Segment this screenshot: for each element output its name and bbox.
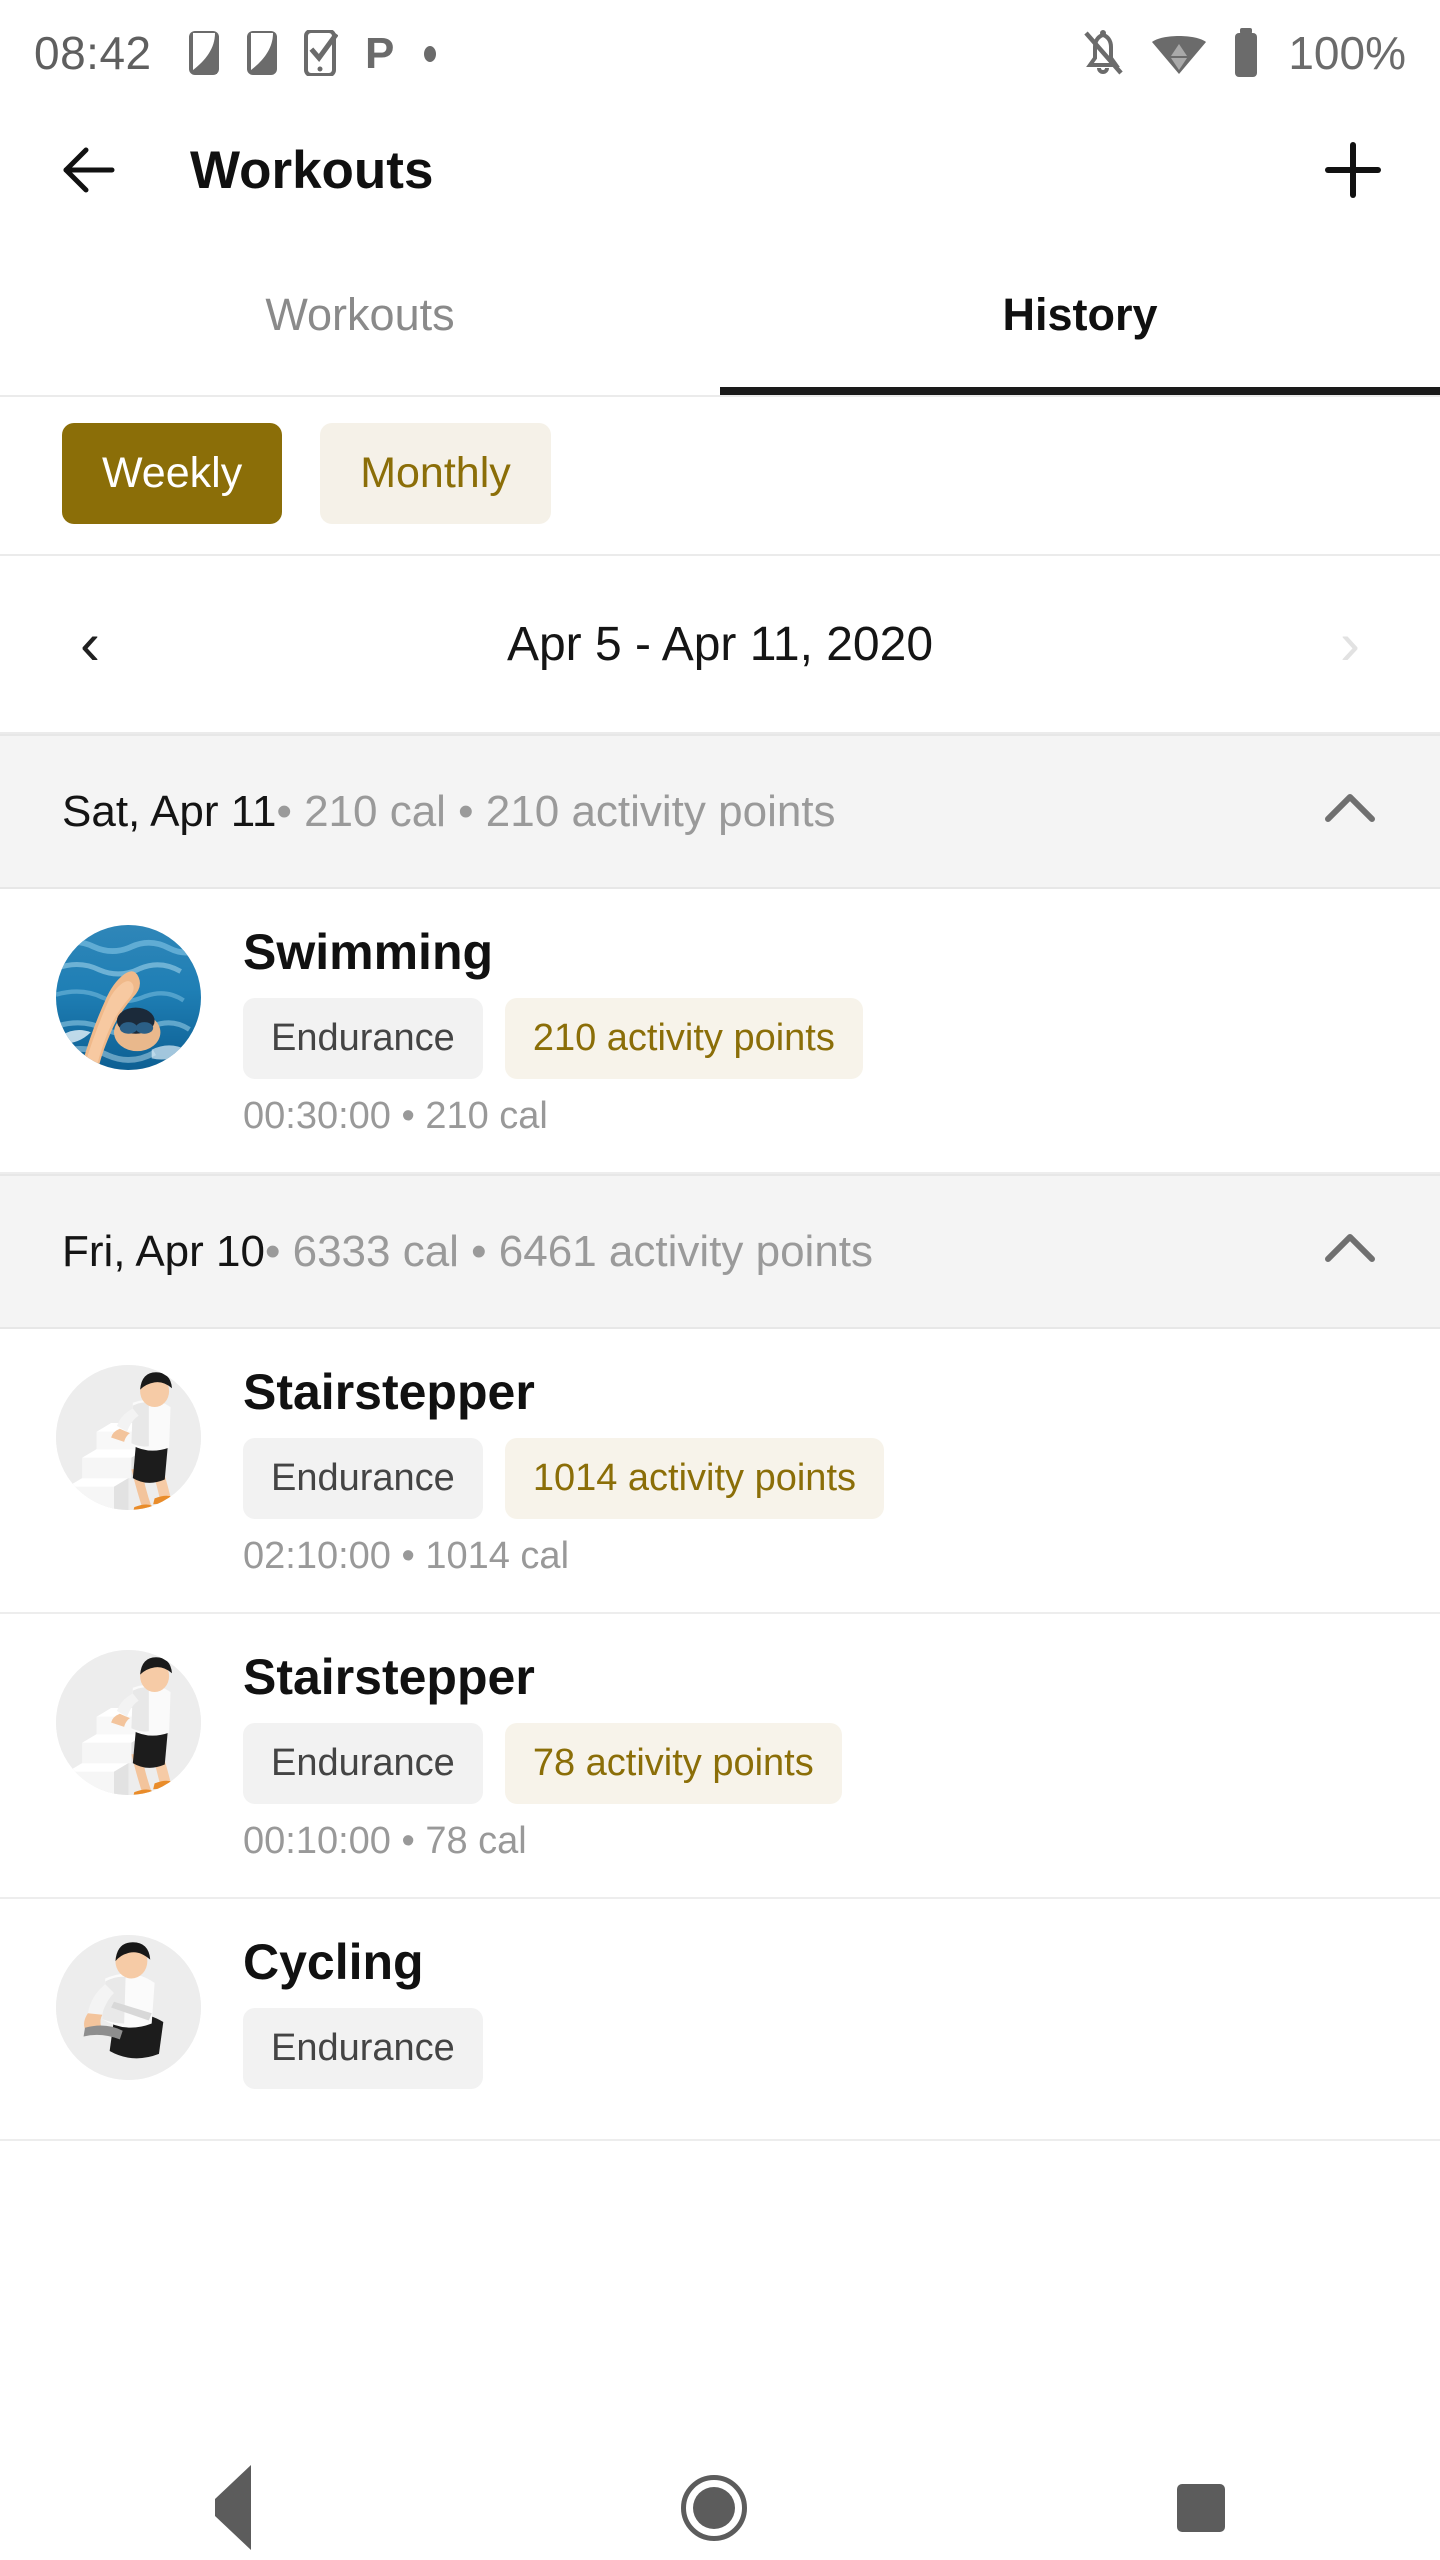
circle-home-icon (693, 2486, 735, 2529)
workout-body: Stairstepper Endurance 78 activity point… (243, 1650, 1384, 1863)
workout-type-badge: Endurance (243, 1723, 483, 1804)
date-range-nav: ‹ Apr 5 - Apr 11, 2020 › (0, 556, 1440, 734)
activity-points-badge: 210 activity points (504, 998, 863, 1079)
workout-badges: Endurance (243, 2008, 1384, 2089)
sim-card-icon (246, 30, 278, 76)
task-check-icon (303, 29, 338, 76)
date-range-label: Apr 5 - Apr 11, 2020 (506, 617, 934, 671)
tab-workouts[interactable]: Workouts (0, 235, 720, 395)
day-date-label: Sat, Apr 11 (62, 786, 277, 836)
chip-weekly-label: Weekly (102, 449, 243, 497)
chip-weekly[interactable]: Weekly (62, 423, 283, 524)
workout-name: Swimming (243, 924, 494, 980)
workout-badges: Endurance 1014 activity points (243, 1438, 1384, 1519)
avatar (56, 1650, 201, 1795)
activity-points-badge: 1014 activity points (504, 1438, 884, 1519)
history-list: Sat, Apr 11 • 210 cal • 210 activity poi… (0, 734, 1440, 2141)
sim-card-icon (188, 30, 220, 76)
page-title: Workouts (190, 140, 434, 200)
back-button[interactable] (215, 2464, 251, 2550)
workout-duration-calories: 00:10:00 • 78 cal (243, 1820, 527, 1862)
plus-icon[interactable] (1322, 139, 1384, 201)
period-filter-row: Weekly Monthly (0, 395, 1440, 556)
workout-badges: Endurance 210 activity points (243, 998, 1384, 1079)
status-left-icons: P (188, 29, 438, 76)
workout-row[interactable]: Cycling Endurance (0, 1899, 1440, 2141)
day-meta-label: • 6333 cal • 6461 activity points (264, 1226, 874, 1276)
parking-p-icon: P (364, 30, 396, 76)
day-date-label: Fri, Apr 10 (62, 1226, 265, 1276)
back-arrow-icon[interactable] (56, 140, 120, 200)
workout-row[interactable]: Stairstepper Endurance 1014 activity poi… (0, 1329, 1440, 1614)
svg-text:P: P (365, 30, 394, 76)
dot-icon (422, 30, 438, 76)
android-nav-bar (0, 2455, 1440, 2560)
workout-body: Stairstepper Endurance 1014 activity poi… (243, 1365, 1384, 1578)
workout-type-badge: Endurance (243, 1438, 483, 1519)
home-button[interactable] (681, 2474, 747, 2541)
avatar (56, 1935, 201, 2080)
workout-name: Cycling (243, 1934, 424, 1990)
stairstepper-photo (56, 1365, 201, 1510)
battery-percent-label: 100% (1288, 26, 1406, 79)
chip-monthly[interactable]: Monthly (320, 423, 551, 524)
status-time: 08:42 (34, 26, 152, 79)
cycling-photo (56, 1935, 201, 2080)
app-bar: Workouts (0, 105, 1440, 235)
workout-body: Swimming Endurance 210 activity points 0… (243, 925, 1384, 1138)
tab-workouts-label: Workouts (265, 289, 455, 340)
battery-full-icon (1230, 27, 1262, 79)
chevron-up-icon[interactable] (1322, 789, 1378, 834)
stairstepper-photo (56, 1650, 201, 1795)
chip-monthly-label: Monthly (360, 449, 511, 497)
swimming-photo (56, 925, 201, 1070)
workout-row[interactable]: Stairstepper Endurance 78 activity point… (0, 1614, 1440, 1899)
workout-type-badge: Endurance (243, 998, 483, 1079)
status-right-icons: 100% (1078, 26, 1406, 80)
status-bar: 08:42 P 100% (0, 0, 1440, 105)
workout-body: Cycling Endurance (243, 1935, 1384, 2105)
avatar (56, 925, 201, 1070)
workout-duration-calories: 00:30:00 • 210 cal (243, 1095, 548, 1137)
workout-name: Stairstepper (243, 1649, 535, 1705)
day-header-sat-apr-11[interactable]: Sat, Apr 11 • 210 cal • 210 activity poi… (0, 734, 1440, 889)
notifications-off-icon (1078, 27, 1128, 79)
wifi-icon (1150, 28, 1208, 78)
tab-history[interactable]: History (720, 235, 1440, 395)
avatar (56, 1365, 201, 1510)
tab-history-label: History (1002, 289, 1158, 340)
chevron-left-icon[interactable]: ‹ (80, 614, 100, 674)
tab-bar: Workouts History (0, 235, 1440, 395)
workout-row[interactable]: Swimming Endurance 210 activity points 0… (0, 889, 1440, 1174)
workout-type-badge: Endurance (243, 2008, 483, 2089)
workout-name: Stairstepper (243, 1364, 535, 1420)
day-meta-label: • 210 cal • 210 activity points (276, 786, 836, 836)
day-header-fri-apr-10[interactable]: Fri, Apr 10 • 6333 cal • 6461 activity p… (0, 1174, 1440, 1329)
activity-points-badge: 78 activity points (504, 1723, 842, 1804)
triangle-back-icon (215, 2464, 251, 2550)
recents-button[interactable] (1177, 2483, 1225, 2532)
workout-badges: Endurance 78 activity points (243, 1723, 1384, 1804)
chevron-up-icon[interactable] (1322, 1229, 1378, 1274)
chevron-right-icon[interactable]: › (1340, 614, 1360, 674)
workout-duration-calories: 02:10:00 • 1014 cal (243, 1535, 570, 1577)
